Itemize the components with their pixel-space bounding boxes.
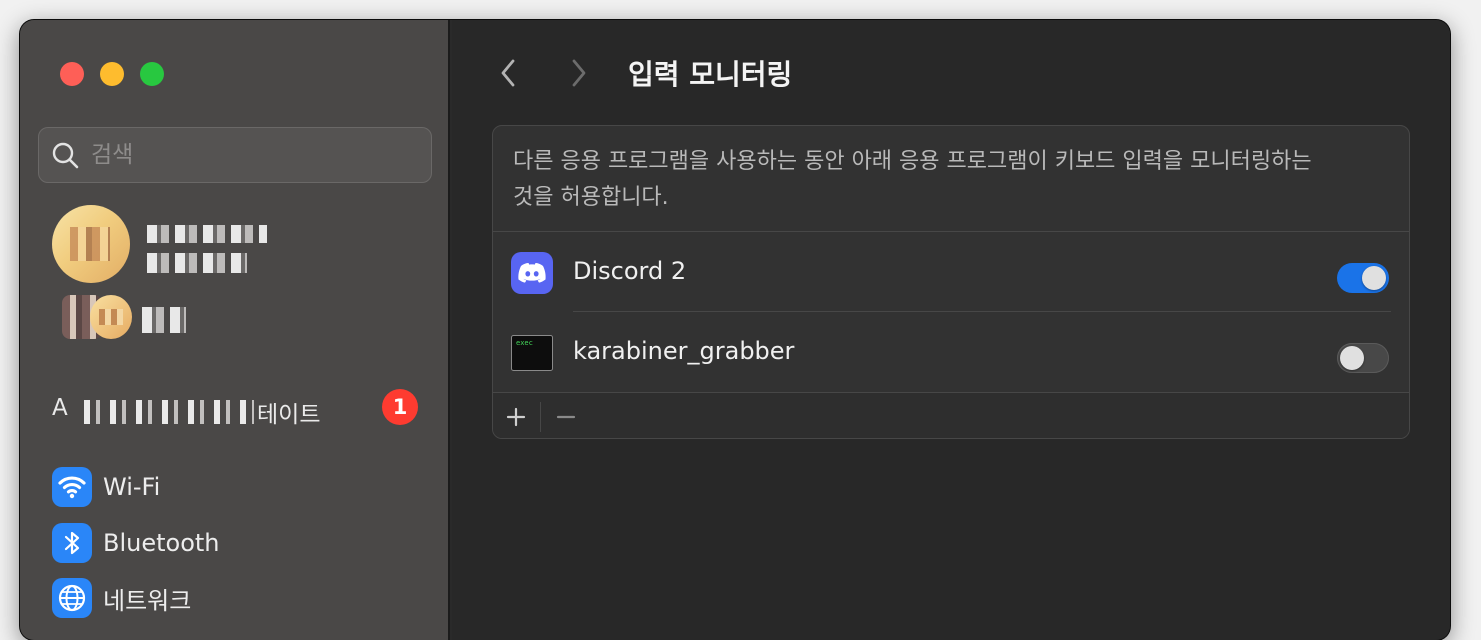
discord-icon xyxy=(511,252,553,294)
avatar xyxy=(52,205,130,283)
app-name: karabiner_grabber xyxy=(573,337,795,365)
family-avatar xyxy=(90,295,132,339)
update-label-redacted xyxy=(84,400,254,424)
globe-icon xyxy=(52,578,92,618)
update-label-prefix: A xyxy=(52,395,68,421)
software-update-item[interactable]: A 테이트 1 xyxy=(52,385,422,435)
discord-permission-toggle[interactable] xyxy=(1337,263,1389,293)
toggle-knob xyxy=(1340,346,1364,370)
sidebar: A 테이트 1 Wi-Fi Bluetooth xyxy=(20,20,450,640)
sidebar-item-bluetooth[interactable]: Bluetooth xyxy=(52,522,422,564)
page-title: 입력 모니터링 xyxy=(628,58,793,91)
wifi-icon xyxy=(52,467,92,507)
account-name-redacted xyxy=(147,225,267,243)
app-row-discord: Discord 2 xyxy=(493,232,1409,312)
search-input[interactable] xyxy=(91,128,421,182)
chevron-left-icon xyxy=(501,59,515,87)
app-name: Discord 2 xyxy=(573,257,687,285)
input-monitoring-panel: 다른 응용 프로그램을 사용하는 동안 아래 응용 프로그램이 키보드 입력을 … xyxy=(492,125,1410,439)
minimize-button[interactable] xyxy=(100,62,124,86)
description-text: 다른 응용 프로그램을 사용하는 동안 아래 응용 프로그램이 키보드 입력을 … xyxy=(513,149,1312,210)
add-app-button[interactable] xyxy=(493,393,539,438)
bluetooth-icon xyxy=(52,523,92,563)
window-controls xyxy=(60,62,164,86)
footer-divider xyxy=(540,402,541,432)
search-icon xyxy=(51,141,81,175)
search-field[interactable] xyxy=(38,127,432,183)
chevron-right-icon xyxy=(572,59,586,87)
close-button[interactable] xyxy=(60,62,84,86)
family-label-redacted xyxy=(142,307,186,333)
system-settings-window: A 테이트 1 Wi-Fi Bluetooth xyxy=(20,20,1450,640)
sidebar-item-label: 네트워크 xyxy=(103,586,192,615)
app-row-karabiner: exec karabiner_grabber xyxy=(493,312,1409,392)
sidebar-item-label: Bluetooth xyxy=(103,529,220,557)
minus-icon xyxy=(556,415,576,418)
panel-footer xyxy=(493,393,1409,438)
exec-icon: exec xyxy=(511,332,553,374)
toggle-knob xyxy=(1362,266,1386,290)
svg-text:exec: exec xyxy=(516,339,533,347)
update-badge: 1 xyxy=(382,389,418,425)
sidebar-item-label: Wi-Fi xyxy=(103,473,161,501)
main-content: 입력 모니터링 다른 응용 프로그램을 사용하는 동안 아래 응용 프로그램이 … xyxy=(452,20,1450,640)
sidebar-item-network[interactable]: 네트워크 xyxy=(52,577,422,619)
karabiner-permission-toggle[interactable] xyxy=(1337,343,1389,373)
zoom-button[interactable] xyxy=(140,62,164,86)
account-subtitle-redacted xyxy=(147,253,247,273)
remove-app-button[interactable] xyxy=(543,393,589,438)
sidebar-item-wifi[interactable]: Wi-Fi xyxy=(52,466,422,508)
plus-icon xyxy=(506,407,526,426)
update-label-suffix: 테이트 xyxy=(257,402,321,428)
forward-button[interactable] xyxy=(566,57,590,93)
family-avatars xyxy=(62,295,132,339)
back-button[interactable] xyxy=(497,57,521,93)
apple-account[interactable] xyxy=(52,205,432,355)
